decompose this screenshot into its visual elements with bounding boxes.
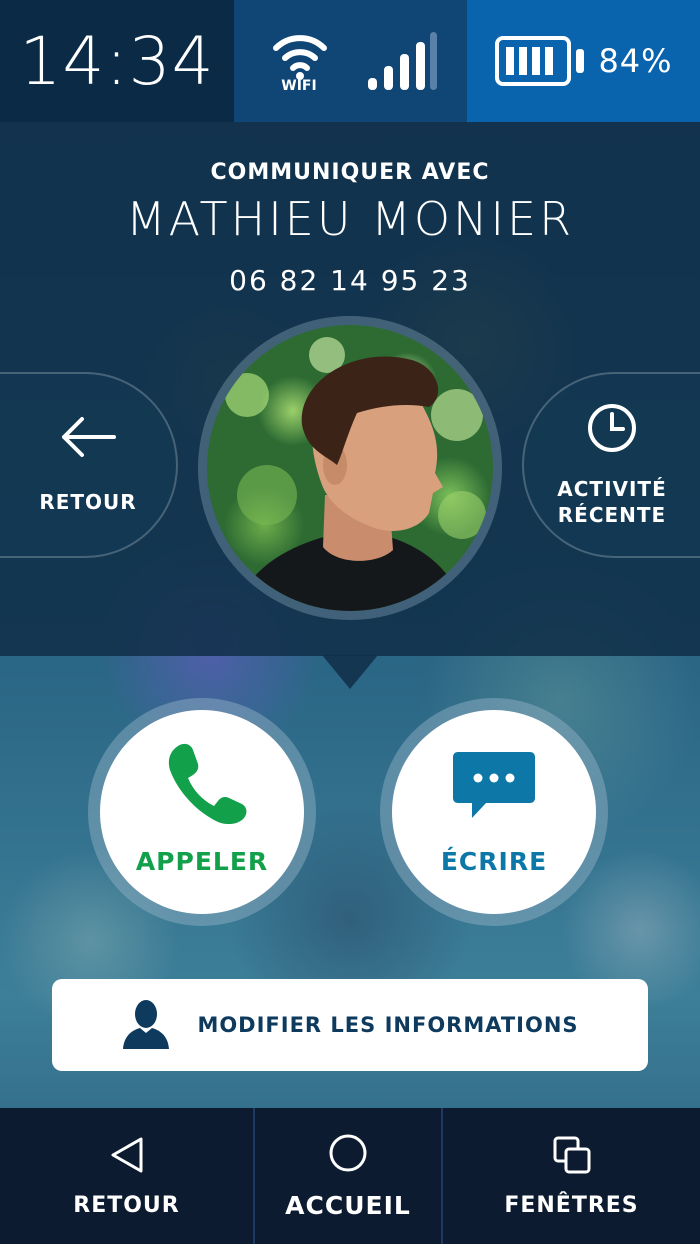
triangle-back-icon (111, 1137, 142, 1172)
call-button-label: APPELER (135, 847, 269, 876)
battery-percent: 84% (598, 42, 673, 80)
recent-activity-line2: RÉCENTE (557, 503, 667, 527)
status-battery-block: 84% (467, 0, 700, 122)
clock-icon (588, 404, 636, 452)
back-side-label: RETOUR (39, 490, 137, 514)
contact-subtitle: COMMUNIQUER AVEC (210, 160, 490, 185)
call-button[interactable]: APPELER (100, 710, 304, 914)
status-network-block: WIFI (234, 0, 467, 122)
status-time-block: 14:34 (0, 0, 234, 122)
nav-windows-label: FENÊTRES (504, 1192, 639, 1218)
status-bar: 14:34 WIFI 84% (0, 0, 700, 122)
battery-icon (495, 36, 585, 86)
circle-home-icon (329, 1134, 367, 1171)
signal-strength-icon (368, 32, 437, 90)
person-icon (123, 1000, 170, 1049)
nav-home-label: ACCUEIL (285, 1190, 411, 1220)
write-button[interactable]: ÉCRIRE (392, 710, 596, 914)
nav-back-button[interactable]: RETOUR (0, 1108, 255, 1244)
contact-name: MATHIEU MONIER (125, 192, 575, 246)
recent-activity-label: ACTIVITÉ RÉCENTE (557, 476, 666, 528)
edit-information-label: MODIFIER LES INFORMATIONS (197, 1013, 579, 1037)
arrow-left-icon (62, 417, 116, 457)
nav-back-label: RETOUR (73, 1192, 180, 1218)
chat-bubble-icon (453, 752, 535, 818)
panel-pointer (322, 655, 378, 689)
edit-information-button[interactable]: MODIFIER LES INFORMATIONS (52, 979, 648, 1071)
overlapping-squares-icon (553, 1136, 590, 1173)
navigation-bar: RETOUR ACCUEIL FENÊTRES (0, 1108, 700, 1244)
clock-time: 14:34 (19, 22, 215, 100)
write-button-label: ÉCRIRE (440, 847, 548, 876)
wifi-label: WIFI (281, 78, 317, 94)
back-side-button[interactable]: RETOUR (0, 372, 178, 558)
contact-avatar[interactable] (207, 325, 493, 611)
contact-phone-number: 06 82 14 95 23 (229, 264, 471, 297)
recent-activity-button[interactable]: ACTIVITÉ RÉCENTE (522, 372, 700, 558)
contact-photo (225, 337, 486, 611)
nav-home-button[interactable]: ACCUEIL (255, 1108, 443, 1244)
recent-activity-line1: ACTIVITÉ (557, 477, 667, 501)
phone-icon (168, 743, 247, 824)
nav-windows-button[interactable]: FENÊTRES (443, 1108, 700, 1244)
